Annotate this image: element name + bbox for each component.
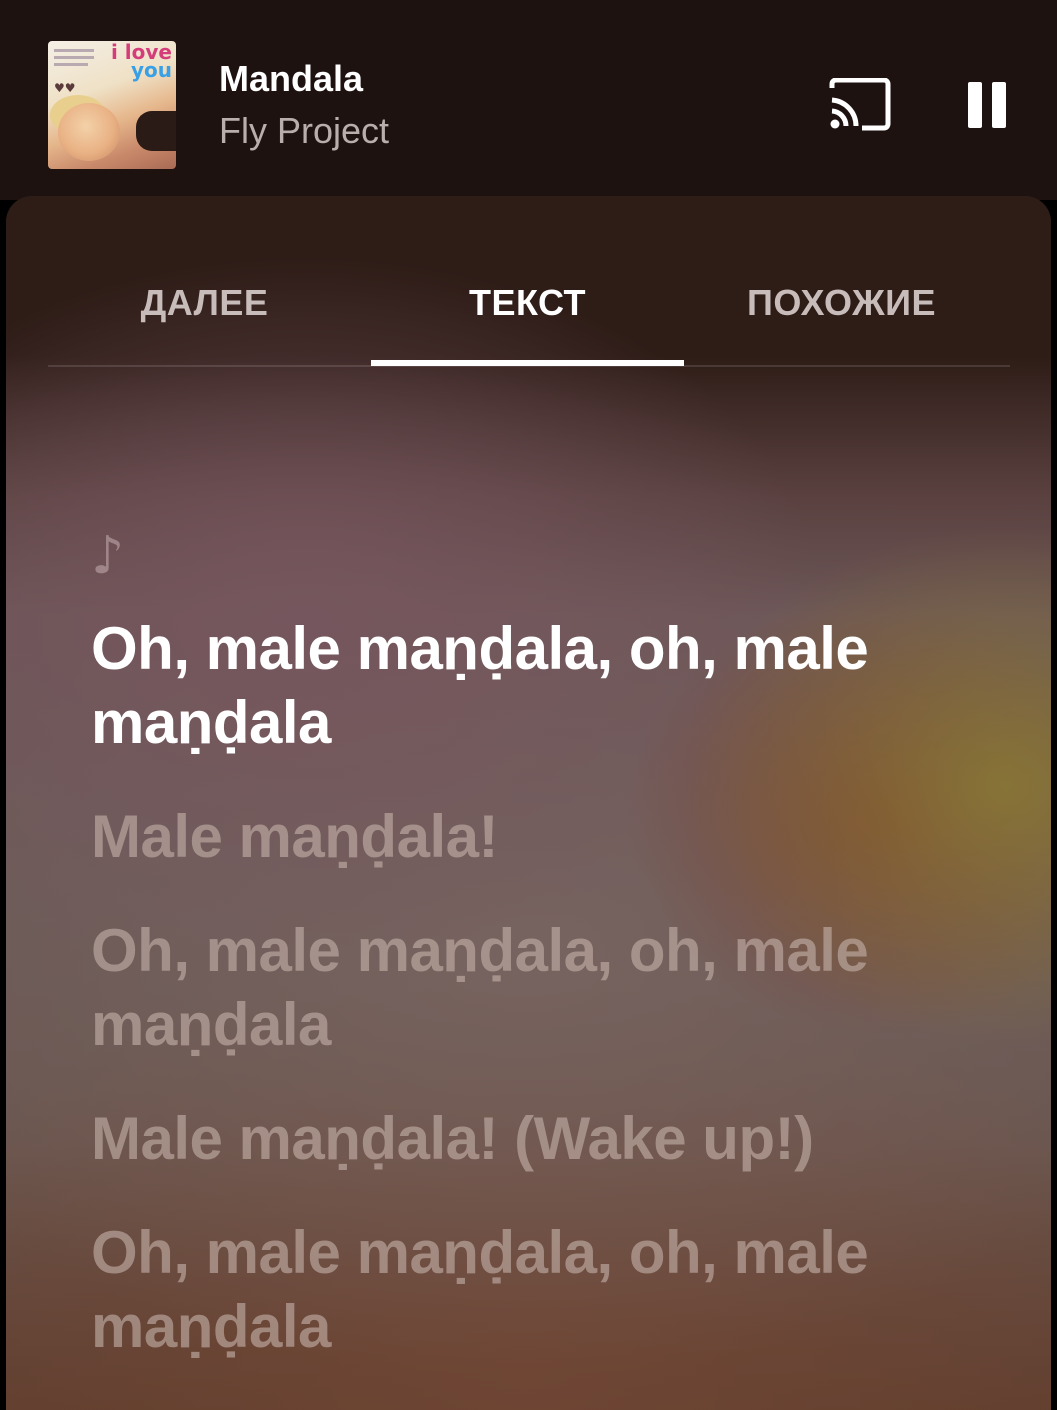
tab-label: ДАЛЕЕ xyxy=(140,282,269,323)
artist-name[interactable]: Fly Project xyxy=(219,110,389,152)
tab-label: ПОХОЖИЕ xyxy=(746,282,937,323)
music-note-icon: ♪ xyxy=(91,526,125,586)
heart-icon: ♥♥ xyxy=(54,81,76,95)
song-title[interactable]: Mandala xyxy=(219,58,363,100)
lyric-line[interactable]: Male maṇḍala! (Wake up!) xyxy=(91,1102,971,1176)
pause-button[interactable] xyxy=(962,78,1014,132)
album-cover[interactable]: i love you ♥♥ xyxy=(48,41,176,169)
tab-bar: ДАЛЕЕ ТЕКСТ ПОХОЖИЕ xyxy=(48,266,1010,366)
tab-lyrics[interactable]: ТЕКСТ xyxy=(371,266,684,366)
lyrics-view[interactable]: ♪ Oh, male maṇḍala, oh, male maṇḍala Mal… xyxy=(91,526,971,1404)
now-playing-sheet: ДАЛЕЕ ТЕКСТ ПОХОЖИЕ ♪ Oh, male maṇḍala, … xyxy=(6,196,1051,1410)
cast-icon xyxy=(829,77,891,131)
cover-decoration xyxy=(54,56,94,59)
cover-decoration xyxy=(54,49,94,52)
lyric-line[interactable]: Oh, male maṇḍala, oh, male maṇḍala xyxy=(91,914,971,1062)
music-player-screen: i love you ♥♥ Mandala Fly Project ДАЛЕЕ … xyxy=(0,0,1057,1410)
lyric-line[interactable]: Oh, male maṇḍala, oh, male maṇḍala xyxy=(91,1216,971,1364)
pause-icon xyxy=(968,82,1006,128)
cover-decoration xyxy=(54,63,88,66)
cast-button[interactable] xyxy=(828,77,892,132)
mini-player[interactable]: i love you ♥♥ Mandala Fly Project xyxy=(0,0,1057,200)
cover-image-face xyxy=(58,103,120,161)
tab-related[interactable]: ПОХОЖИЕ xyxy=(685,266,998,366)
tab-label: ТЕКСТ xyxy=(468,282,587,323)
tabs-divider xyxy=(48,365,1010,367)
lyric-line[interactable]: Male maṇḍala! xyxy=(91,800,971,874)
lyric-line-current[interactable]: Oh, male maṇḍala, oh, male maṇḍala xyxy=(91,612,971,760)
tab-up-next[interactable]: ДАЛЕЕ xyxy=(48,266,361,366)
cover-image-shadow xyxy=(136,111,176,151)
cover-title-art: i love you xyxy=(100,42,172,83)
